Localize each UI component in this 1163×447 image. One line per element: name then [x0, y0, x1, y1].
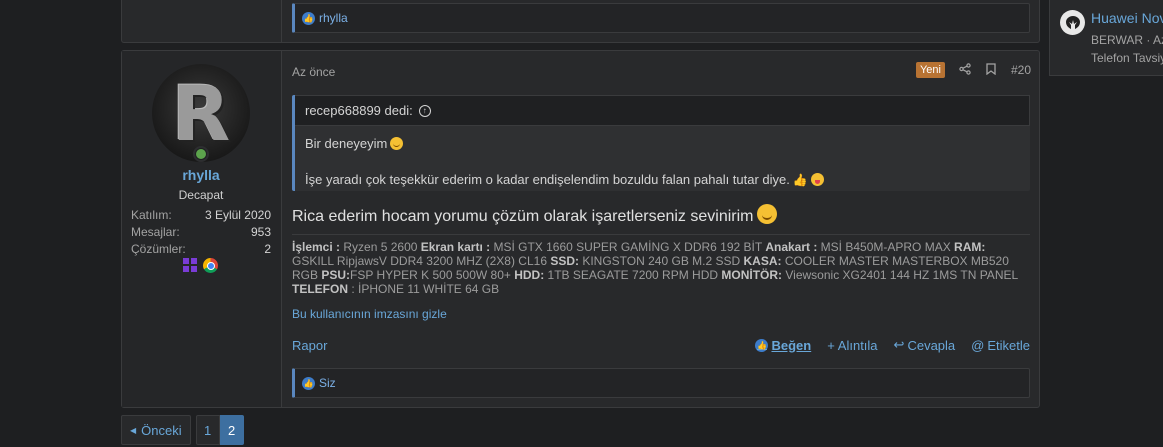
signature-key: RAM:: [954, 240, 986, 254]
tongue-emoji-icon: [810, 173, 824, 186]
signature-value: GSKILL RipjawsV DDR4 3200 MHZ (2X8) CL16: [292, 254, 551, 268]
like-label: Beğen: [771, 337, 812, 353]
stat-value: 953: [250, 225, 271, 239]
post-20: R rhylla Decapat Katılım: 3 Eylül 2020 Me…: [121, 50, 1040, 408]
page-1-link[interactable]: 1: [195, 415, 220, 445]
post-footer: Rapor 👍 Beğen + Alıntıla ↩ Cevapla @ Etiketl…: [292, 337, 1030, 353]
signature-key: HDD:: [514, 268, 545, 282]
windows-icon: [183, 258, 197, 272]
share-icon[interactable]: [959, 62, 971, 78]
stat-value: 2: [264, 242, 271, 256]
plus-icon: +: [827, 337, 835, 353]
chevron-left-icon: ◀: [130, 425, 137, 435]
post-message: Rica ederim hocam yorumu çözüm olarak iş…: [292, 204, 778, 226]
report-link[interactable]: Rapor: [292, 338, 327, 353]
stat-row-messages: Mesajlar: 953: [131, 225, 271, 242]
tag-label: Etiketle: [987, 337, 1030, 353]
quote-author: recep668899 dedi:: [305, 103, 413, 118]
stat-label: Çözümler:: [131, 242, 186, 256]
previous-post: 👍 rhylla: [121, 0, 1040, 43]
hide-signature-link[interactable]: Bu kullanıcının imzasını gizle: [292, 307, 447, 321]
signature-value: Viewsonic XG2401 144 HZ 1MS TN PANEL: [782, 268, 1018, 282]
user-stats: Katılım: 3 Eylül 2020 Mesajlar: 953 Çözüml…: [131, 208, 271, 259]
signature-value: MSİ GTX 1660 SUPER GAMİNG X DDR6 192 BİT: [490, 240, 766, 254]
signature-key: PSU:: [321, 268, 351, 282]
signature-divider: [292, 234, 1030, 235]
reply-button[interactable]: ↩ Cevapla: [894, 337, 956, 353]
arrow-up-icon[interactable]: ↑: [418, 104, 431, 117]
reply-label: Cevapla: [907, 337, 956, 353]
previous-post-reactions[interactable]: 👍 rhylla: [292, 3, 1030, 33]
post-user-column: R rhylla Decapat Katılım: 3 Eylül 2020 Me…: [122, 51, 282, 407]
signature-value: FSP HYPER K 500 500W 80+: [350, 268, 515, 282]
smile-icon: [390, 137, 404, 150]
stat-row-joined: Katılım: 3 Eylül 2020: [131, 208, 271, 225]
sidebar-latest-thread: Huawei Nova BERWAR · Az önce Telefon Tav…: [1049, 0, 1163, 76]
signature-key: MONİTÖR:: [721, 268, 783, 282]
bookmark-icon[interactable]: [985, 62, 997, 78]
signature-key: İşlemci :: [292, 240, 341, 254]
post-number[interactable]: #20: [1011, 63, 1031, 77]
thread-forum-link[interactable]: Telefon Tavsiyeleri: [1091, 51, 1163, 65]
stat-value: 3 Eylül 2020: [204, 208, 271, 222]
stat-label: Mesajlar:: [131, 225, 180, 239]
signature-value: KINGSTON 240 GB M.2 SSD: [579, 254, 744, 268]
signature-key: SSD:: [550, 254, 579, 268]
like-reaction-icon: 👍: [302, 11, 315, 25]
tag-button[interactable]: @ Etiketle: [971, 338, 1030, 353]
reaction-user-link[interactable]: rhylla: [319, 11, 348, 25]
user-title: Decapat: [178, 188, 224, 202]
username[interactable]: rhylla: [122, 167, 280, 183]
stat-label: Katılım:: [131, 208, 172, 222]
reply-icon: ↩: [893, 337, 905, 352]
thread-avatar-icon[interactable]: [1060, 10, 1085, 35]
smile-icon: [757, 204, 778, 224]
post-content: Az önce Yeni #20 recep668899 dedi: ↑ Bir…: [291, 51, 1031, 407]
system-icons: [183, 258, 218, 273]
thread-meta: BERWAR · Az önce: [1091, 33, 1163, 47]
signature-key: Ekran kartı :: [420, 240, 491, 254]
quote-line-1: Bir deneyeyim: [305, 136, 388, 151]
avatar-letter: R: [171, 68, 231, 158]
chrome-icon: [203, 258, 218, 273]
quote-block: recep668899 dedi: ↑ Bir deneyeyim İşe ya…: [292, 95, 1030, 191]
post-reactions[interactable]: 👍 Siz: [292, 368, 1030, 398]
quote-line-2: İşe yaradı çok teşekkür ederim o kadar e…: [305, 172, 790, 187]
signature-value: Ryzen 5 2600: [340, 240, 421, 254]
online-status-icon: [193, 146, 209, 162]
signature: İşlemci : Ryzen 5 2600 Ekran kartı : MSİ…: [292, 240, 1030, 296]
signature-key: KASA:: [743, 254, 782, 268]
post-message-text: Rica ederim hocam yorumu çözüm olarak iş…: [292, 208, 754, 225]
page-2-current[interactable]: 2: [219, 415, 244, 445]
prev-page-button[interactable]: ◀ Önceki: [121, 415, 191, 445]
quote-body: Bir deneyeyim İşe yaradı çok teşekkür ed…: [295, 126, 1030, 198]
thumbs-up-icon: 👍: [792, 173, 808, 187]
like-reaction-icon: 👍: [302, 376, 315, 390]
quote-label: Alıntıla: [837, 337, 878, 353]
like-button[interactable]: 👍 Beğen: [755, 338, 811, 353]
like-icon: 👍: [755, 338, 769, 352]
prev-page-label: Önceki: [141, 422, 182, 438]
signature-key: Anakart :: [765, 240, 818, 254]
at-icon: @: [971, 337, 985, 353]
previous-post-user-column: [122, 0, 282, 42]
page-numbers: 1 2: [195, 415, 244, 445]
post-top-actions: Yeni #20: [915, 62, 1031, 78]
signature-value: 1TB SEAGATE 7200 RPM HDD: [544, 268, 722, 282]
post-time[interactable]: Az önce: [292, 65, 335, 79]
stat-row-solutions: Çözümler: 2: [131, 242, 271, 259]
signature-key: TELEFON: [292, 282, 348, 296]
quote-button[interactable]: + Alıntıla: [827, 338, 877, 353]
pagination: ◀ Önceki 1 2: [121, 415, 244, 445]
new-badge: Yeni: [915, 62, 945, 78]
post-footer-actions: 👍 Beğen + Alıntıla ↩ Cevapla @ Etiketle: [755, 337, 1030, 353]
thread-title-link[interactable]: Huawei Nova: [1091, 10, 1163, 26]
quote-header[interactable]: recep668899 dedi: ↑: [295, 95, 1030, 126]
signature-value: MSİ B450M-APRO MAX: [817, 240, 955, 254]
reaction-user-link[interactable]: Siz: [319, 376, 336, 390]
signature-value: : İPHONE 11 WHİTE 64 GB: [348, 282, 500, 296]
